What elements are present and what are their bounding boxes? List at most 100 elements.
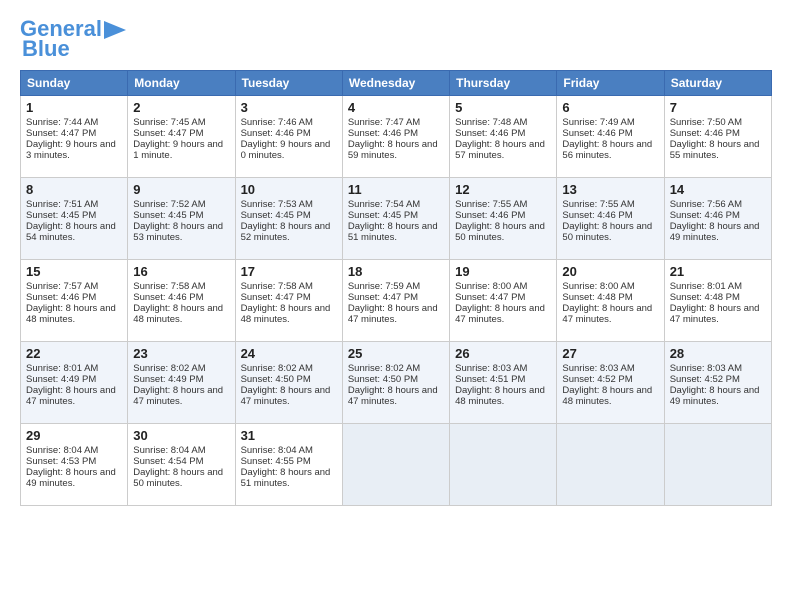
day-number: 13 (562, 182, 658, 197)
daylight-text: Daylight: 8 hours and 47 minutes. (562, 303, 652, 325)
day-cell-26: 26Sunrise: 8:03 AMSunset: 4:51 PMDayligh… (450, 342, 557, 424)
day-number: 16 (133, 264, 229, 279)
day-cell-6: 6Sunrise: 7:49 AMSunset: 4:46 PMDaylight… (557, 96, 664, 178)
daylight-text: Daylight: 8 hours and 47 minutes. (348, 385, 438, 407)
sunset-text: Sunset: 4:48 PM (670, 292, 740, 303)
sunrise-text: Sunrise: 8:04 AM (26, 445, 98, 456)
daylight-text: Daylight: 8 hours and 54 minutes. (26, 221, 116, 243)
day-cell-21: 21 Sunrise: 8:01 AMSunset: 4:48 PMDayligh… (664, 260, 771, 342)
sunrise-text: Sunrise: 7:55 AM (455, 199, 527, 210)
daylight-text: Daylight: 8 hours and 47 minutes. (455, 303, 545, 325)
day-number: 26 (455, 346, 551, 361)
daylight-text: Daylight: 8 hours and 47 minutes. (670, 303, 760, 325)
day-cell-15: 15 Sunrise: 7:57 AMSunset: 4:46 PMDayligh… (21, 260, 128, 342)
day-cell-23: 23Sunrise: 8:02 AMSunset: 4:49 PMDayligh… (128, 342, 235, 424)
sunrise-text: Sunrise: 7:51 AM (26, 199, 98, 210)
sunrise-text: Sunrise: 7:58 AM (133, 281, 205, 292)
sunrise-text: Sunrise: 8:02 AM (241, 363, 313, 374)
sunrise-text: Sunrise: 7:46 AM (241, 117, 313, 128)
day-number: 8 (26, 182, 122, 197)
day-number: 9 (133, 182, 229, 197)
day-number: 20 (562, 264, 658, 279)
sunrise-text: Sunrise: 7:56 AM (670, 199, 742, 210)
daylight-text: Daylight: 8 hours and 49 minutes. (670, 221, 760, 243)
day-cell-4: 4Sunrise: 7:47 AMSunset: 4:46 PMDaylight… (342, 96, 449, 178)
sunrise-text: Sunrise: 7:55 AM (562, 199, 634, 210)
sunset-text: Sunset: 4:47 PM (348, 292, 418, 303)
day-cell-14: 14Sunrise: 7:56 AMSunset: 4:46 PMDayligh… (664, 178, 771, 260)
daylight-text: Daylight: 8 hours and 51 minutes. (241, 467, 331, 489)
sunset-text: Sunset: 4:53 PM (26, 456, 96, 467)
day-cell-19: 19Sunrise: 8:00 AMSunset: 4:47 PMDayligh… (450, 260, 557, 342)
sunset-text: Sunset: 4:47 PM (133, 128, 203, 139)
daylight-text: Daylight: 9 hours and 0 minutes. (241, 139, 331, 161)
daylight-text: Daylight: 9 hours and 1 minute. (133, 139, 223, 161)
sunset-text: Sunset: 4:46 PM (455, 128, 525, 139)
day-number: 15 (26, 264, 122, 279)
daylight-text: Daylight: 8 hours and 51 minutes. (348, 221, 438, 243)
day-number: 17 (241, 264, 337, 279)
sunrise-text: Sunrise: 7:44 AM (26, 117, 98, 128)
day-number: 11 (348, 182, 444, 197)
day-number: 6 (562, 100, 658, 115)
empty-cell (450, 424, 557, 506)
day-number: 21 (670, 264, 766, 279)
day-number: 4 (348, 100, 444, 115)
daylight-text: Daylight: 8 hours and 55 minutes. (670, 139, 760, 161)
day-cell-16: 16Sunrise: 7:58 AMSunset: 4:46 PMDayligh… (128, 260, 235, 342)
sunrise-text: Sunrise: 8:04 AM (241, 445, 313, 456)
sunrise-text: Sunrise: 7:47 AM (348, 117, 420, 128)
sunset-text: Sunset: 4:45 PM (26, 210, 96, 221)
week-row-4: 22Sunrise: 8:01 AMSunset: 4:49 PMDayligh… (21, 342, 772, 424)
sunset-text: Sunset: 4:49 PM (133, 374, 203, 385)
sunrise-text: Sunrise: 7:49 AM (562, 117, 634, 128)
day-number: 12 (455, 182, 551, 197)
day-number: 14 (670, 182, 766, 197)
week-row-3: 15Sunrise: 7:57 AMSunset: 4:46 PMDayligh… (21, 260, 772, 342)
day-cell-27: 27Sunrise: 8:03 AMSunset: 4:52 PMDayligh… (557, 342, 664, 424)
day-number: 24 (241, 346, 337, 361)
day-cell-12: 12Sunrise: 7:55 AMSunset: 4:46 PMDayligh… (450, 178, 557, 260)
daylight-text: Daylight: 8 hours and 48 minutes. (455, 385, 545, 407)
header-cell-tuesday: Tuesday (235, 71, 342, 96)
day-cell-13: 13Sunrise: 7:55 AMSunset: 4:46 PMDayligh… (557, 178, 664, 260)
day-cell-10: 10Sunrise: 7:53 AMSunset: 4:45 PMDayligh… (235, 178, 342, 260)
day-cell-18: 18Sunrise: 7:59 AMSunset: 4:47 PMDayligh… (342, 260, 449, 342)
sunrise-text: Sunrise: 8:02 AM (133, 363, 205, 374)
sunset-text: Sunset: 4:46 PM (26, 292, 96, 303)
daylight-text: Daylight: 8 hours and 59 minutes. (348, 139, 438, 161)
sunrise-text: Sunrise: 8:03 AM (670, 363, 742, 374)
day-cell-25: 25Sunrise: 8:02 AMSunset: 4:50 PMDayligh… (342, 342, 449, 424)
sunset-text: Sunset: 4:45 PM (241, 210, 311, 221)
day-number: 22 (26, 346, 122, 361)
header-row: SundayMondayTuesdayWednesdayThursdayFrid… (21, 71, 772, 96)
daylight-text: Daylight: 8 hours and 48 minutes. (26, 303, 116, 325)
daylight-text: Daylight: 8 hours and 48 minutes. (133, 303, 223, 325)
daylight-text: Daylight: 8 hours and 49 minutes. (670, 385, 760, 407)
week-row-5: 29Sunrise: 8:04 AMSunset: 4:53 PMDayligh… (21, 424, 772, 506)
sunrise-text: Sunrise: 7:53 AM (241, 199, 313, 210)
daylight-text: Daylight: 8 hours and 47 minutes. (241, 385, 331, 407)
empty-cell (342, 424, 449, 506)
header-cell-saturday: Saturday (664, 71, 771, 96)
header-cell-friday: Friday (557, 71, 664, 96)
day-number: 25 (348, 346, 444, 361)
day-number: 30 (133, 428, 229, 443)
sunset-text: Sunset: 4:55 PM (241, 456, 311, 467)
sunset-text: Sunset: 4:47 PM (455, 292, 525, 303)
sunset-text: Sunset: 4:48 PM (562, 292, 632, 303)
logo-arrow-icon (104, 21, 126, 39)
sunrise-text: Sunrise: 7:57 AM (26, 281, 98, 292)
daylight-text: Daylight: 8 hours and 47 minutes. (26, 385, 116, 407)
sunset-text: Sunset: 4:52 PM (562, 374, 632, 385)
day-cell-9: 9Sunrise: 7:52 AMSunset: 4:45 PMDaylight… (128, 178, 235, 260)
week-row-1: 1Sunrise: 7:44 AMSunset: 4:47 PMDaylight… (21, 96, 772, 178)
sunset-text: Sunset: 4:46 PM (455, 210, 525, 221)
day-cell-11: 11Sunrise: 7:54 AMSunset: 4:45 PMDayligh… (342, 178, 449, 260)
day-number: 5 (455, 100, 551, 115)
day-number: 10 (241, 182, 337, 197)
sunrise-text: Sunrise: 8:01 AM (670, 281, 742, 292)
sunset-text: Sunset: 4:46 PM (241, 128, 311, 139)
sunset-text: Sunset: 4:46 PM (562, 128, 632, 139)
day-number: 27 (562, 346, 658, 361)
